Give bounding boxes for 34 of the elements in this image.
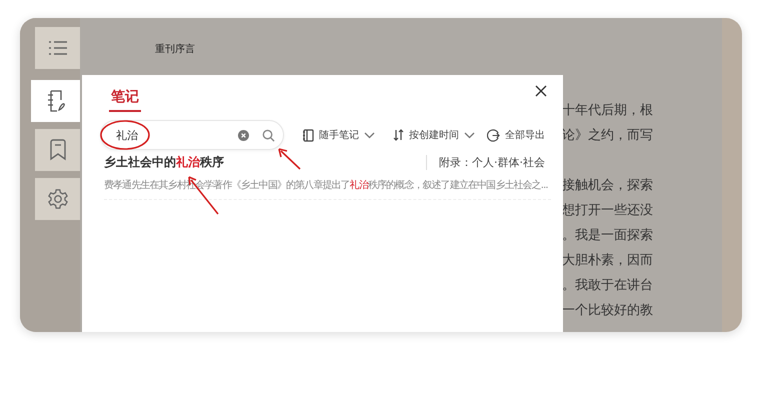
sort-icon <box>393 129 404 141</box>
body-text-line: 论》之约，而写 <box>562 127 653 145</box>
notebook-pen-icon <box>46 89 66 113</box>
settings-icon <box>46 188 68 210</box>
clear-icon[interactable] <box>238 130 249 140</box>
export-icon <box>487 128 500 142</box>
settings-button[interactable] <box>35 178 80 220</box>
body-text-line: 。我是一面探索 <box>562 227 653 245</box>
body-text-line: 十年代后期，根 <box>562 102 653 120</box>
annotation-ellipse <box>100 120 150 150</box>
body-text-line: 一个比较好的教 <box>562 302 653 320</box>
sort-dropdown[interactable]: 按创建时间 <box>393 128 475 142</box>
notebook-dropdown[interactable]: 随手笔记 <box>302 128 375 142</box>
bookmark-button[interactable] <box>35 129 80 171</box>
export-dropdown[interactable]: 全部导出 <box>487 128 545 142</box>
chapter-label: 附录：个人·群体·社会 <box>426 155 545 170</box>
bookmark-icon <box>48 139 66 161</box>
body-text-line: 大胆朴素，因而 <box>562 252 653 270</box>
close-icon[interactable] <box>535 85 547 97</box>
chevron-down-icon <box>364 132 375 138</box>
menu-button[interactable] <box>35 27 80 69</box>
body-text-line: 接触机会，探索 <box>562 177 653 195</box>
notes-button[interactable] <box>31 80 80 122</box>
chevron-down-icon <box>464 132 475 138</box>
annotation-arrow <box>278 148 301 170</box>
body-text-line: 。我敢于在讲台 <box>562 277 653 295</box>
notes-tab[interactable]: 笔记 <box>109 82 141 112</box>
notebook-icon <box>302 128 314 142</box>
search-icon[interactable] <box>262 128 275 142</box>
menu-icon <box>48 40 68 56</box>
search-field[interactable]: 礼治 <box>100 120 284 150</box>
chapter-heading: 重刊序言 <box>155 42 195 56</box>
body-text-line: 想打开一些还没 <box>562 202 653 220</box>
note-title: 乡土社会中的礼治秩序 <box>104 154 224 171</box>
